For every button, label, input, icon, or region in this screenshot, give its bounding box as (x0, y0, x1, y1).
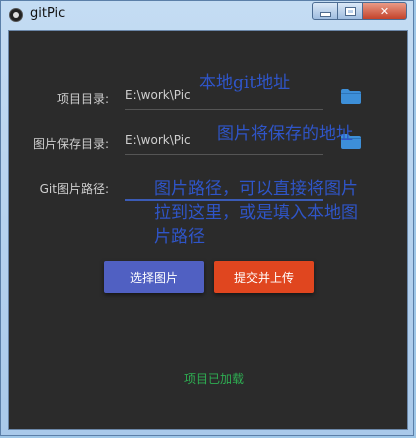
git-path-label: Git图片路径: (39, 182, 109, 196)
main-panel: 项目目录: E:\work\Pic 本地git地址 图片保存目录: E:\wor… (8, 30, 408, 430)
save-dir-value: E:\work\Pic (125, 133, 191, 147)
project-dir-hint: 本地git地址 (199, 73, 291, 93)
submit-upload-button[interactable]: 提交并上传 (214, 261, 314, 293)
folder-icon[interactable] (341, 89, 361, 104)
select-image-button[interactable]: 选择图片 (104, 261, 204, 293)
save-dir-hint: 图片将保存的地址 (217, 124, 353, 144)
project-dir-label: 项目目录: (56, 92, 109, 106)
app-window: gitPic ✕ 项目目录: E:\work\Pic 本地git地址 图片保存目… (0, 0, 414, 436)
save-dir-label: 图片保存目录: (32, 137, 109, 151)
window-controls: ✕ (312, 2, 407, 20)
window-title: gitPic (30, 6, 66, 21)
close-icon: ✕ (379, 4, 390, 18)
close-button[interactable]: ✕ (363, 2, 407, 20)
status-text: 项目已加载 (184, 372, 245, 386)
maximize-icon (344, 6, 356, 16)
git-path-hint: 图片路径，可以直接将图片 拉到这里，或是填入本地图 片路径 (154, 179, 358, 247)
maximize-button[interactable] (338, 2, 363, 20)
app-icon (9, 8, 23, 22)
minimize-button[interactable] (312, 2, 338, 20)
title-bar[interactable]: gitPic ✕ (1, 1, 413, 29)
minimize-icon (319, 11, 331, 17)
project-dir-value: E:\work\Pic (125, 88, 191, 102)
